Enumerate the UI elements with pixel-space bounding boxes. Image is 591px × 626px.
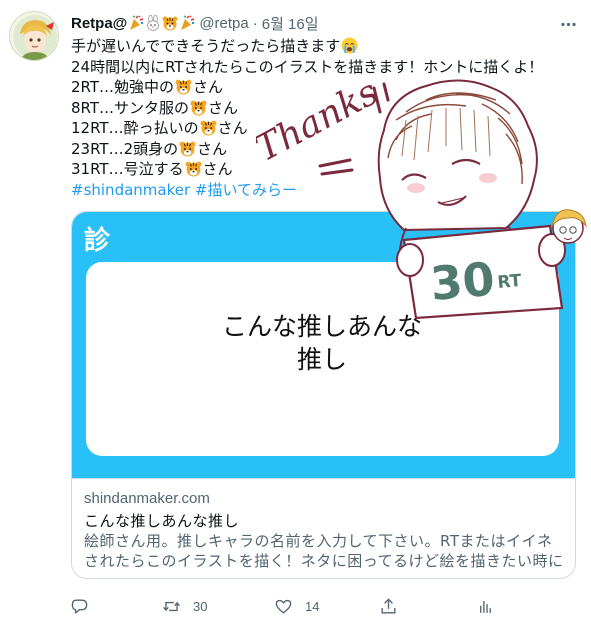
more-horizontal-icon	[560, 22, 576, 26]
crying-face-icon	[341, 37, 358, 54]
link-card[interactable]: 診 こんな推しあんな 推し shindanmaker.com こんな推しあんな推…	[71, 211, 576, 579]
party-popper-icon	[130, 15, 144, 30]
hashtag-link[interactable]: #描いてみらー	[195, 181, 297, 199]
tweet-actions: 30 14	[70, 594, 491, 618]
tiger-face-icon	[200, 120, 217, 136]
like-button[interactable]: 14	[274, 594, 319, 618]
analytics-button[interactable]	[476, 594, 495, 618]
heart-icon	[275, 599, 292, 614]
more-options-button[interactable]	[556, 14, 580, 34]
card-description: 絵師さん用。推しキャラの名前を入力して下さい。RTまたはイイネされたらこのイラス…	[84, 532, 564, 570]
tweet-line: 2RT…勉強中の さん	[71, 77, 571, 98]
share-button[interactable]	[379, 594, 398, 618]
card-domain: shindanmaker.com	[84, 490, 210, 507]
tiger-face-icon	[190, 100, 207, 115]
tweet-line-text: 手が遅いんでできそうだったら描きます	[71, 37, 341, 55]
tweet-line-text: 8RT…サンタ服の	[71, 98, 190, 117]
retweet-count: 30	[193, 598, 208, 614]
tweet: Retpa@ @retpa · 6월 16일 手が遅いんでできそうだったら描きま…	[0, 0, 591, 626]
reply-button[interactable]	[70, 594, 101, 618]
tweet-line-text: さん	[208, 98, 239, 117]
tweet-line: 12RT…酔っ払いの さん	[71, 118, 571, 139]
card-image-title-line: 推し	[296, 345, 347, 374]
tweet-line: 8RT…サンタ服の さん	[71, 98, 571, 119]
tweet-date[interactable]: 6월 16일	[262, 13, 319, 34]
svg-text:診: 診	[84, 225, 111, 254]
party-popper-icon	[181, 15, 195, 30]
retweet-icon	[163, 601, 180, 611]
avatar[interactable]	[9, 11, 59, 61]
hashtag-line: #shindanmaker #描いてみらー	[71, 180, 571, 201]
tweet-line-text: さん	[197, 139, 228, 158]
tiger-face-icon	[185, 161, 202, 177]
tweet-text: 手が遅いんでできそうだったら描きます 24時間以内にRTされたらこのイラストを描…	[71, 36, 571, 200]
tweet-line: 31RT…号泣する さん	[71, 159, 571, 180]
user-handle[interactable]: @retpa	[199, 15, 248, 32]
reply-icon	[71, 598, 88, 614]
share-icon	[381, 597, 396, 614]
avatar-illustration	[10, 12, 58, 60]
tweet-line-text: 23RT…2頭身の	[71, 139, 179, 158]
tweet-line-text: さん	[193, 78, 224, 96]
analytics-icon	[480, 600, 491, 613]
hashtag-link[interactable]: #shindanmaker	[71, 181, 190, 199]
card-meta[interactable]: shindanmaker.com こんな推しあんな推し 絵師さん用。推しキャラの…	[72, 478, 575, 578]
tiger-face-icon	[179, 141, 196, 156]
tweet-line-text: さん	[202, 160, 233, 178]
display-name[interactable]: Retpa@	[71, 15, 127, 32]
tweet-line: 24時間以内にRTされたらこのイラストを描きます！ホントに描くよ！	[71, 57, 544, 76]
rabbit-icon	[147, 15, 160, 31]
tweet-line-text: 31RT…号泣する	[71, 160, 184, 178]
card-image-title-line: こんな推しあんな	[221, 312, 422, 341]
tweet-line-text: 2RT…勉強中の	[71, 78, 175, 96]
tweet-line-text: さん	[217, 119, 248, 137]
tiger-face-icon	[162, 16, 178, 31]
card-title: こんな推しあんな推し	[84, 512, 240, 530]
tweet-header: Retpa@ @retpa · 6월 16일	[71, 11, 319, 35]
tiger-face-icon	[175, 79, 192, 95]
card-image-title: こんな推しあんな 推し	[172, 310, 472, 376]
shindanmaker-logo-icon: 診	[84, 225, 111, 254]
retweet-button[interactable]: 30	[162, 594, 207, 618]
tweet-line-text: 12RT…酔っ払いの	[71, 119, 199, 137]
separator-dot: ·	[252, 14, 258, 32]
tweet-line: 手が遅いんでできそうだったら描きます	[71, 36, 571, 57]
tweet-line: 23RT…2頭身の さん	[71, 139, 571, 160]
like-count: 14	[305, 598, 320, 614]
card-image[interactable]: 診 こんな推しあんな 推し	[72, 212, 575, 478]
